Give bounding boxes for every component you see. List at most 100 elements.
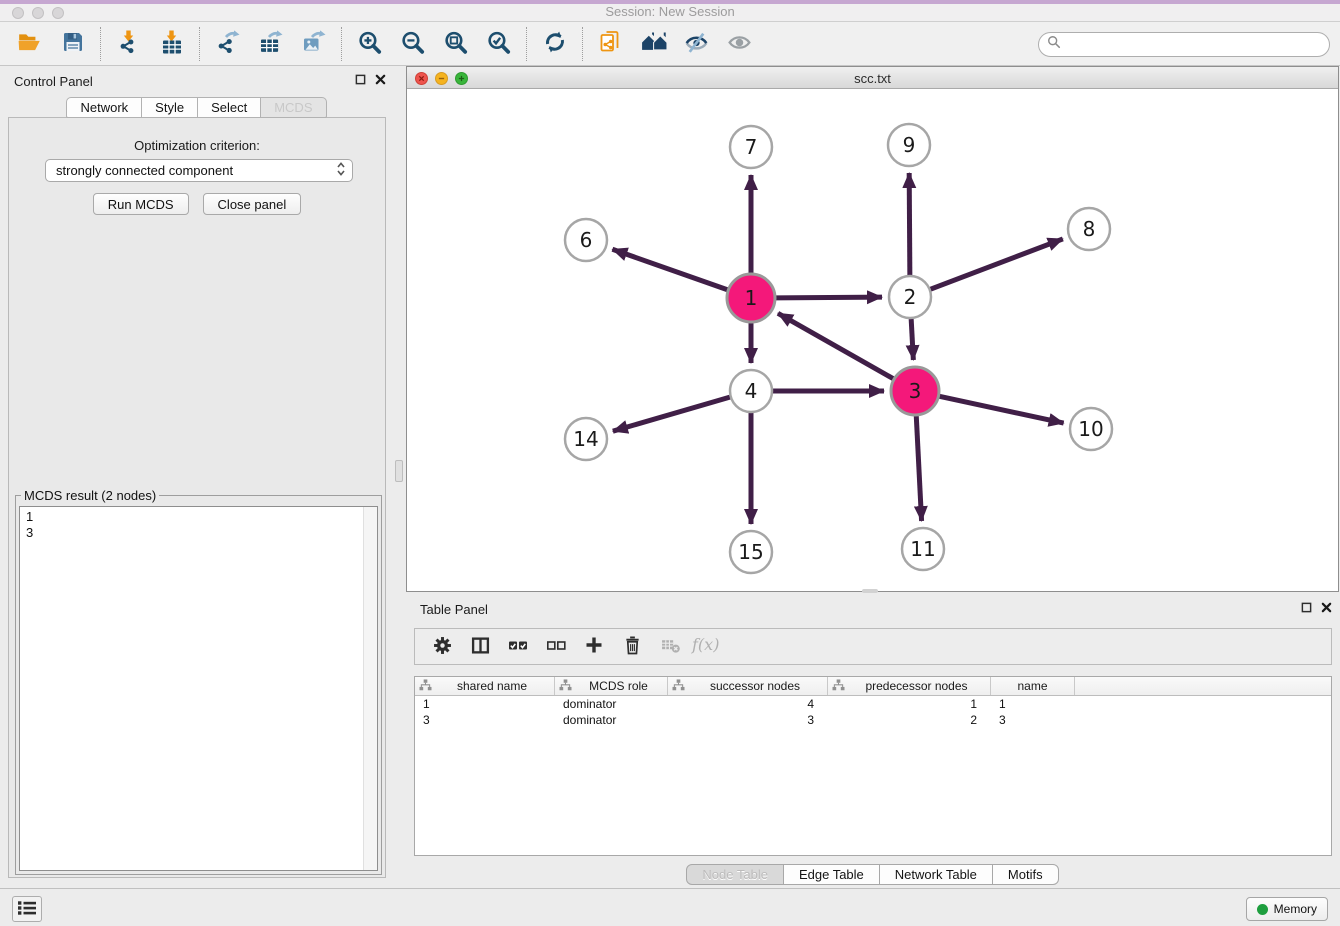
select-stepper-icon [336,161,346,180]
show-column-button[interactable] [463,632,497,662]
graph-node-4[interactable] [730,370,772,412]
hide-graphics-details-icon [684,30,709,58]
float-table-panel-icon[interactable] [1301,602,1312,613]
delete-row-button[interactable] [615,632,649,662]
table-cell: 3 [668,712,828,728]
graph-edge-2-9[interactable] [909,173,910,275]
delete-row-icon [624,636,641,658]
tab-motifs[interactable]: Motifs [992,864,1059,885]
refresh-button[interactable] [533,25,576,63]
float-panel-icon[interactable] [355,74,366,85]
hide-graphics-details-button[interactable] [675,25,718,63]
run-mcds-button[interactable]: Run MCDS [93,193,189,215]
show-all-panels-button[interactable] [632,25,675,63]
tab-network[interactable]: Network [66,97,142,118]
select-all-columns-button[interactable] [501,632,535,662]
zoom-selected-button[interactable] [477,25,520,63]
tab-select[interactable]: Select [197,97,261,118]
optimization-criterion-label: Optimization criterion: [9,138,385,153]
control-panel-header: Control Panel [0,66,394,96]
graph-node-3[interactable] [891,367,939,415]
save-session-button[interactable] [51,25,94,63]
criterion-select[interactable]: strongly connected component [45,159,353,182]
tab-node-table[interactable]: Node Table [686,864,784,885]
network-window-titlebar[interactable]: scc.txt [407,67,1338,89]
hierarchy-icon [832,679,847,694]
graph-node-1[interactable] [727,274,775,322]
task-history-button[interactable] [12,896,42,922]
table-settings-button[interactable] [425,632,459,662]
table-row[interactable]: 1dominator411 [415,696,1331,712]
horizontal-splitter-handle[interactable] [862,589,878,593]
open-session-icon [17,29,43,58]
close-table-panel-icon[interactable] [1321,602,1332,613]
import-table-button[interactable] [150,25,193,63]
new-network-icon [599,30,623,57]
graph-node-9[interactable] [888,124,930,166]
svg-text:f(x): f(x) [691,635,719,654]
mcds-panel: Optimization criterion: strongly connect… [8,117,386,878]
graph-edge-1-6[interactable] [612,249,727,289]
column-header-shared-name[interactable]: shared name [415,677,555,695]
close-panel-icon[interactable] [375,74,386,85]
graph-edge-1-2[interactable] [776,297,882,298]
graph-edge-2-3[interactable] [911,319,913,360]
graph-node-10[interactable] [1070,408,1112,450]
network-graph: 1234678910111415 [407,89,1338,591]
zoom-out-icon [400,30,425,58]
vertical-splitter-handle[interactable] [395,460,403,482]
import-network-icon [117,30,141,57]
zoom-in-button[interactable] [348,25,391,63]
graph-node-11[interactable] [902,528,944,570]
graph-node-15[interactable] [730,531,772,573]
graph-node-7[interactable] [730,126,772,168]
network-canvas[interactable]: 1234678910111415 [407,89,1338,591]
graph-edge-2-8[interactable] [931,239,1063,289]
zoom-out-button[interactable] [391,25,434,63]
close-panel-button[interactable]: Close panel [203,193,302,215]
tab-mcds[interactable]: MCDS [260,97,326,118]
import-network-button[interactable] [107,25,150,63]
tab-network-table[interactable]: Network Table [879,864,993,885]
open-session-button[interactable] [8,25,51,63]
graph-node-6[interactable] [565,219,607,261]
criterion-selected-value: strongly connected component [56,163,336,178]
application-window: Session: New Session Control Panel Netwo… [0,0,1340,926]
control-panel-tabs: NetworkStyleSelectMCDS [0,97,394,118]
statusbar: Memory [0,888,1340,926]
tab-edge-table[interactable]: Edge Table [783,864,880,885]
graph-node-8[interactable] [1068,208,1110,250]
unselect-all-columns-button[interactable] [539,632,573,662]
export-network-button[interactable] [206,25,249,63]
search-box[interactable] [1038,32,1330,57]
zoom-in-icon [357,30,382,58]
add-row-button[interactable] [577,632,611,662]
show-graphics-details-button [718,25,761,63]
zoom-fit-button[interactable] [434,25,477,63]
export-table-button[interactable] [249,25,292,63]
new-network-button[interactable] [589,25,632,63]
table-row[interactable]: 3dominator323 [415,712,1331,728]
toolbar-separator [100,27,101,61]
result-scrollbar[interactable] [363,507,377,870]
function-builder-button: f(x) [691,632,725,662]
column-header-name[interactable]: name [991,677,1075,695]
column-header-successor-nodes[interactable]: successor nodes [668,677,828,695]
column-header-predecessor-nodes[interactable]: predecessor nodes [828,677,991,695]
mcds-result-list[interactable]: 13 [19,506,378,871]
graph-edge-3-11[interactable] [916,416,921,521]
graph-node-2[interactable] [889,276,931,318]
mcds-result-title: MCDS result (2 nodes) [21,488,159,503]
network-view-window: scc.txt 1234678910111415 [406,66,1339,592]
column-header-MCDS-role[interactable]: MCDS role [555,677,668,695]
tab-style[interactable]: Style [141,97,198,118]
memory-button[interactable]: Memory [1246,897,1328,921]
mcds-result-line: 3 [26,525,371,541]
export-image-button[interactable] [292,25,335,63]
table-header-row: shared nameMCDS rolesuccessor nodesprede… [415,677,1331,696]
graph-edge-3-1[interactable] [778,313,893,378]
graph-edge-3-10[interactable] [939,396,1063,423]
search-input[interactable] [1067,36,1321,53]
graph-node-14[interactable] [565,418,607,460]
graph-edge-4-14[interactable] [613,397,730,431]
